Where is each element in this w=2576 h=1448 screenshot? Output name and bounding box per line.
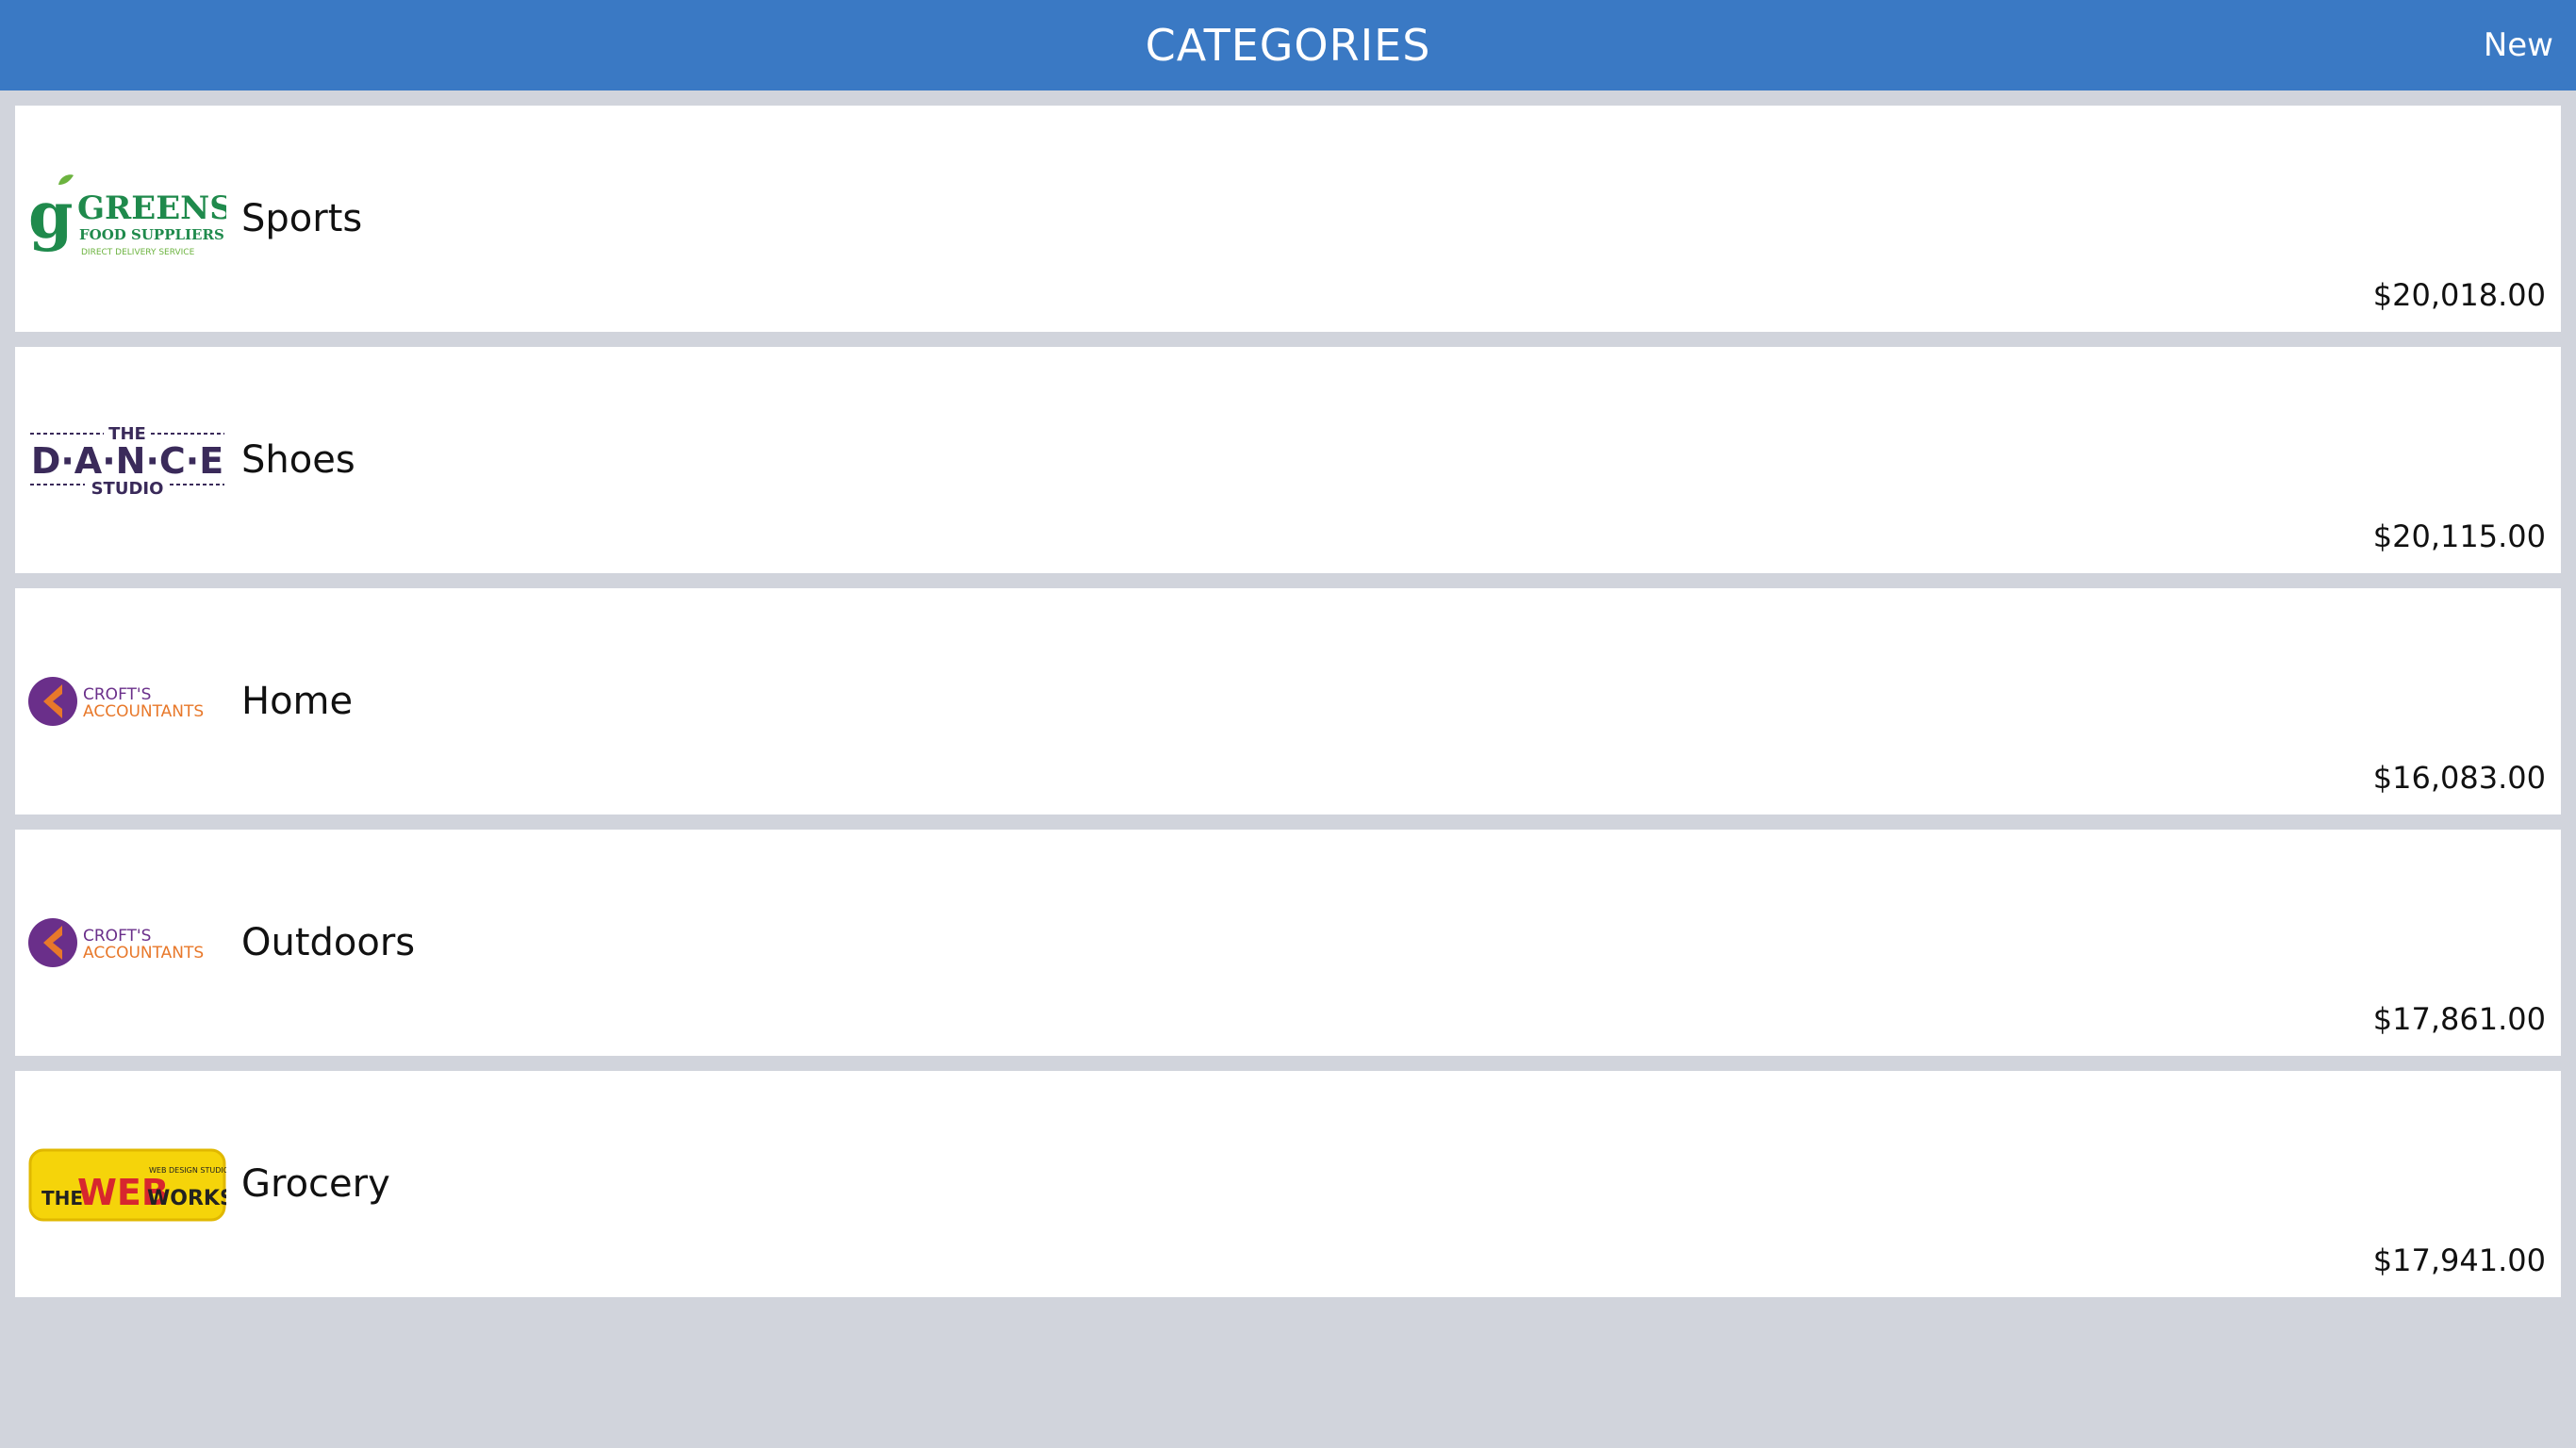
- svg-text:CROFT'S: CROFT'S: [83, 927, 151, 946]
- svg-text:DIRECT DELIVERY SERVICE: DIRECT DELIVERY SERVICE: [81, 248, 195, 257]
- category-amount: $20,018.00: [2372, 277, 2546, 313]
- svg-text:D·A·N·C·E: D·A·N·C·E: [31, 440, 223, 482]
- category-amount: $20,115.00: [2372, 518, 2546, 554]
- svg-text:ACCOUNTANTS: ACCOUNTANTS: [83, 944, 204, 963]
- category-name: Sports: [241, 197, 363, 240]
- svg-text:CROFT'S: CROFT'S: [83, 685, 151, 704]
- the-web-works-logo: THE WEB WORKS WEB DESIGN STUDIO: [28, 1137, 226, 1231]
- svg-text:STUDIO: STUDIO: [91, 479, 164, 499]
- svg-text:WEB DESIGN STUDIO: WEB DESIGN STUDIO: [149, 1166, 226, 1175]
- svg-text:FOOD SUPPLIERS: FOOD SUPPLIERS: [79, 226, 224, 243]
- category-amount: $17,941.00: [2372, 1242, 2546, 1278]
- svg-text:GREENS: GREENS: [77, 189, 226, 227]
- svg-text:g: g: [28, 178, 74, 254]
- crofts-accountants-logo: CROFT'S ACCOUNTANTS: [28, 654, 226, 749]
- category-name: Shoes: [241, 438, 355, 482]
- category-amount: $17,861.00: [2372, 1001, 2546, 1037]
- category-name: Home: [241, 680, 354, 723]
- category-row-outdoors[interactable]: CROFT'S ACCOUNTANTS Outdoors $17,861.00: [15, 830, 2561, 1056]
- category-row-home[interactable]: CROFT'S ACCOUNTANTS Home $16,083.00: [15, 588, 2561, 814]
- category-row-shoes[interactable]: THE D·A·N·C·E STUDIO Shoes $20,115.00: [15, 347, 2561, 573]
- category-row-sports[interactable]: g GREENS FOOD SUPPLIERS DIRECT DELIVERY …: [15, 106, 2561, 332]
- svg-text:ACCOUNTANTS: ACCOUNTANTS: [83, 702, 204, 721]
- new-button[interactable]: New: [2484, 0, 2553, 90]
- category-name: Outdoors: [241, 921, 416, 964]
- category-row-grocery[interactable]: THE WEB WORKS WEB DESIGN STUDIO Grocery …: [15, 1071, 2561, 1297]
- greens-food-suppliers-logo: g GREENS FOOD SUPPLIERS DIRECT DELIVERY …: [28, 172, 226, 266]
- category-amount: $16,083.00: [2372, 760, 2546, 796]
- category-name: Grocery: [241, 1162, 390, 1206]
- app-header: CATEGORIES New: [0, 0, 2576, 90]
- page-title: CATEGORIES: [1145, 20, 1431, 71]
- svg-text:WORKS: WORKS: [147, 1187, 226, 1210]
- crofts-accountants-logo: CROFT'S ACCOUNTANTS: [28, 896, 226, 990]
- category-list: g GREENS FOOD SUPPLIERS DIRECT DELIVERY …: [15, 106, 2561, 1312]
- the-dance-studio-logo: THE D·A·N·C·E STUDIO: [28, 413, 226, 507]
